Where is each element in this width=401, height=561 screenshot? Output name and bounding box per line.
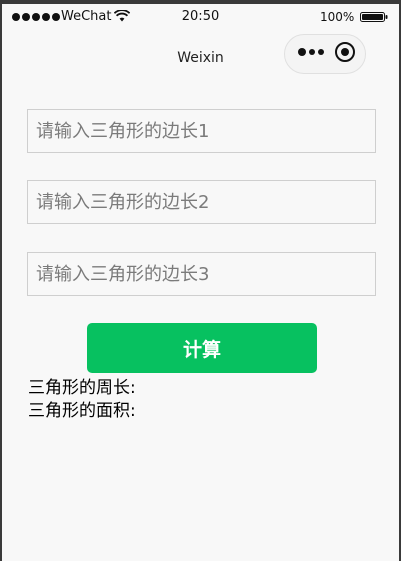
side3-input[interactable] — [27, 252, 376, 296]
battery-icon — [360, 12, 388, 22]
perimeter-label: 三角形的周长: — [28, 378, 136, 398]
nav-bar: Weixin — [2, 30, 399, 82]
menu-capsule — [284, 34, 366, 74]
phone-screen: WeChat 20:50 100% Weixin 计算 三角形的周长: 三角形的… — [2, 4, 399, 561]
more-icon[interactable] — [298, 48, 324, 56]
side1-input[interactable] — [27, 109, 376, 153]
side2-input[interactable] — [27, 180, 376, 224]
calculate-button[interactable]: 计算 — [87, 323, 317, 373]
status-bar: WeChat 20:50 100% — [2, 4, 399, 30]
battery-percent: 100% — [320, 10, 355, 24]
close-miniprogram-icon[interactable] — [335, 42, 355, 62]
area-label: 三角形的面积: — [28, 401, 136, 421]
